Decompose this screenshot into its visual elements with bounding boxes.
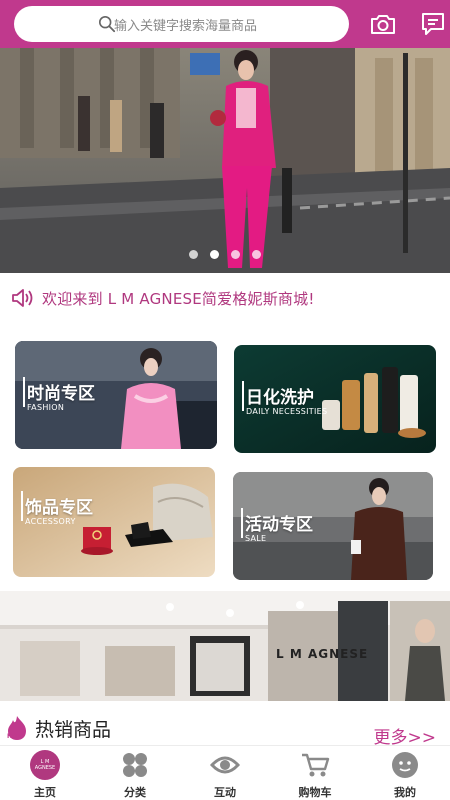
- tile-accent-bar: [23, 377, 25, 407]
- nav-label: 互动: [214, 786, 236, 799]
- speaker-icon: [12, 289, 33, 307]
- search-bar[interactable]: 输入关键字搜索海量商品: [14, 6, 349, 42]
- top-header: 输入关键字搜索海量商品: [0, 0, 450, 48]
- tile-accent-bar: [241, 508, 243, 538]
- home-logo-text: L M AGNESE: [34, 759, 56, 771]
- category-subtitle: FASHION: [27, 403, 65, 412]
- tile-accent-bar: [21, 491, 23, 521]
- category-accessory[interactable]: 饰品专区 ACCESSORY: [13, 467, 215, 577]
- camera-icon[interactable]: [369, 10, 397, 38]
- carousel-dot-active[interactable]: [210, 250, 219, 259]
- carousel-dots: [0, 250, 450, 259]
- nav-label: 主页: [34, 786, 56, 799]
- category-title: 日化洗护: [246, 388, 314, 408]
- cart-icon: [300, 750, 330, 780]
- hot-products-title: 热销商品: [35, 719, 112, 741]
- search-icon: [98, 15, 116, 33]
- category-subtitle: SALE: [245, 534, 267, 543]
- eye-icon: [210, 750, 240, 780]
- category-fashion[interactable]: 时尚专区 FASHION: [15, 341, 217, 449]
- nav-home[interactable]: L M AGNESE 主页: [0, 746, 90, 800]
- category-sale[interactable]: 活动专区 SALE: [233, 472, 433, 580]
- notice-bar: 欢迎来到 L M AGNESE简爱格妮斯商城!: [0, 274, 450, 322]
- category-title: 时尚专区: [27, 384, 95, 404]
- notice-text: 欢迎来到 L M AGNESE简爱格妮斯商城!: [42, 289, 315, 308]
- carousel-dot[interactable]: [252, 250, 261, 259]
- home-logo-icon: L M AGNESE: [30, 750, 60, 780]
- nav-category[interactable]: 分类: [90, 746, 180, 800]
- carousel-dot[interactable]: [189, 250, 198, 259]
- banner-carousel[interactable]: [0, 48, 450, 273]
- category-daily-necessities[interactable]: 日化洗护 DAILY NECESSITIES: [234, 345, 436, 453]
- category-title: 活动专区: [245, 515, 313, 535]
- store-banner[interactable]: L M AGNESE: [0, 591, 450, 701]
- nav-cart[interactable]: 购物车: [270, 746, 360, 800]
- store-sign: L M AGNESE: [276, 647, 369, 661]
- profile-icon: [390, 750, 420, 780]
- tile-accent-bar: [242, 381, 244, 411]
- store-photo: [0, 591, 450, 701]
- message-icon[interactable]: [419, 10, 447, 38]
- nav-interaction[interactable]: 互动: [180, 746, 270, 800]
- nav-label: 购物车: [298, 786, 332, 799]
- hot-badge-text: HOT: [7, 733, 22, 740]
- bottom-nav: L M AGNESE 主页 分类 互动 购物车 我的: [0, 745, 450, 800]
- hot-products-header: HOT 热销商品 更多>>: [0, 703, 450, 748]
- banner-photo: [0, 48, 450, 273]
- nav-label: 我的: [394, 786, 416, 799]
- carousel-dot[interactable]: [231, 250, 240, 259]
- nav-profile[interactable]: 我的: [360, 746, 450, 800]
- category-subtitle: DAILY NECESSITIES: [246, 407, 328, 416]
- category-title: 饰品专区: [25, 498, 93, 518]
- nav-label: 分类: [124, 786, 146, 799]
- search-placeholder: 输入关键字搜索海量商品: [114, 18, 258, 34]
- category-subtitle: ACCESSORY: [25, 517, 76, 526]
- category-icon: [120, 750, 150, 780]
